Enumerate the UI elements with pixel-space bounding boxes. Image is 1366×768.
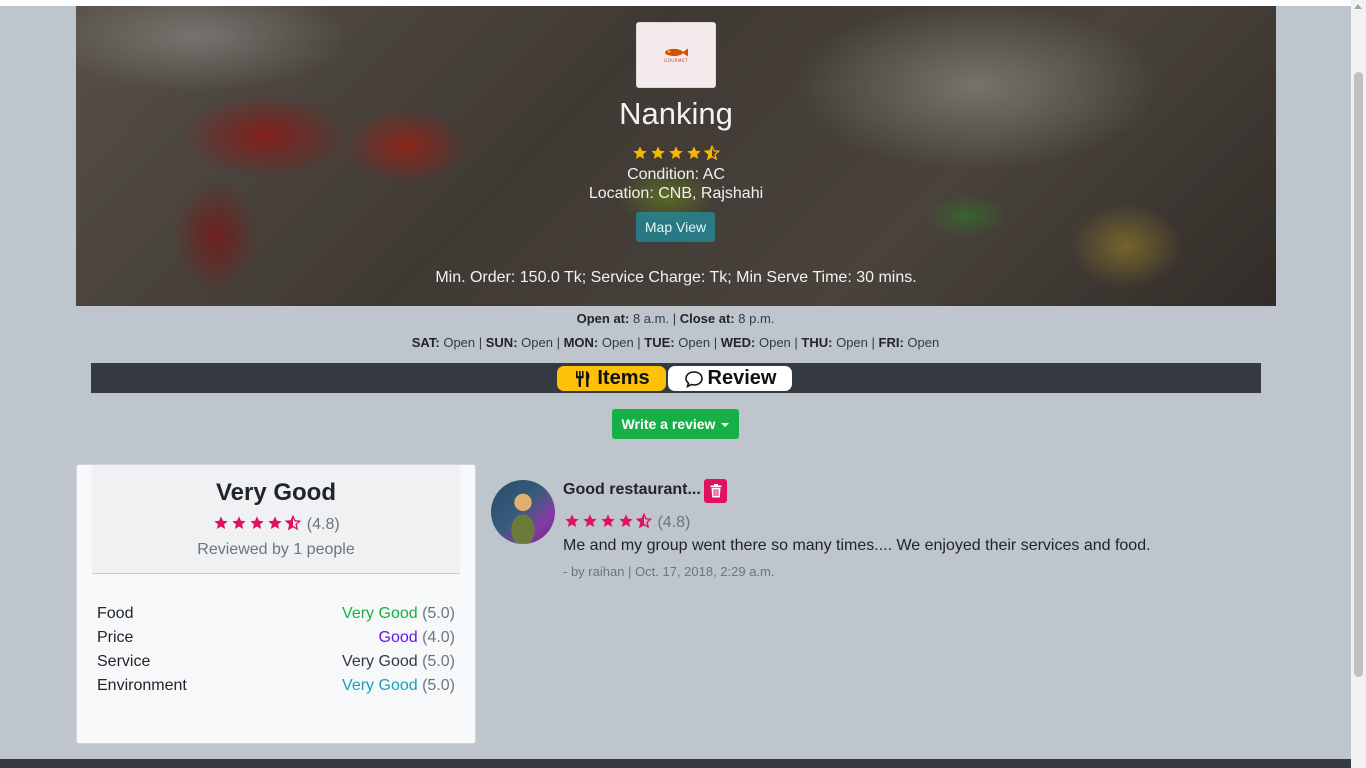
criteria-name: Service (97, 653, 151, 670)
day-label: THU: (801, 335, 833, 350)
criteria-row: Price Good (4.0) (97, 629, 455, 653)
review-title: Good restaurant... (563, 481, 701, 498)
opening-hours: Open at: 8 a.m. | Close at: 8 p.m. (576, 311, 775, 326)
condition-value: AC (702, 166, 725, 183)
star-icon (651, 146, 665, 159)
criteria-row: Environment Very Good (5.0) (97, 677, 455, 701)
restaurant-logo: GOURMET (636, 22, 716, 88)
star-half-icon (285, 514, 302, 531)
star-icon (565, 514, 579, 527)
rating-summary-card: Very Good (4.8) Reviewed by 1 people Foo… (76, 464, 476, 744)
map-view-button[interactable]: Map View (636, 212, 715, 242)
day-label: SAT: (411, 335, 440, 350)
footer-bar (0, 759, 1351, 768)
criteria-grade: Very Good (342, 605, 418, 622)
star-half-icon (703, 144, 721, 161)
star-icon (633, 146, 647, 159)
scroll-thumb[interactable] (1354, 72, 1363, 677)
summary-rating: (4.8) (92, 514, 460, 534)
review-text: Me and my group went there so many times… (563, 537, 1151, 554)
restaurant-rating (76, 144, 1276, 162)
summary-stars (212, 514, 302, 533)
star-icon (583, 514, 597, 527)
day-status: Open (758, 335, 791, 350)
open-value: 8 a.m. (632, 311, 670, 326)
criteria-row: Service Very Good (5.0) (97, 653, 455, 677)
star-half-icon (635, 512, 653, 529)
tab-items[interactable]: Items (557, 366, 666, 391)
day-status: Open (521, 335, 553, 350)
write-review-button[interactable]: Write a review (612, 409, 739, 439)
criteria-grade: Very Good (342, 677, 418, 694)
review-score: (4.8) (657, 514, 691, 531)
caret-down-icon (721, 422, 730, 427)
criteria-name: Environment (97, 677, 187, 694)
utensils-icon (576, 370, 590, 387)
review-meta: - by raihan | Oct. 17, 2018, 2:29 a.m. (563, 564, 775, 579)
order-info: Min. Order: 150.0 Tk; Service Charge: Tk… (435, 269, 917, 286)
scrollbar[interactable] (1351, 0, 1366, 768)
day-label: WED: (720, 335, 756, 350)
day-status: Open (836, 335, 868, 350)
delete-review-button[interactable] (704, 479, 727, 503)
criteria-name: Food (97, 605, 134, 622)
close-value: 8 p.m. (738, 311, 775, 326)
criteria-list: Food Very Good (5.0) Price Good (4.0) Se… (97, 605, 455, 701)
close-label: Close at: (679, 311, 735, 326)
weekly-schedule: SAT: Open | SUN: Open | MON: Open | TUE:… (411, 335, 940, 350)
summary-verdict: Very Good (215, 479, 337, 506)
fish-icon (665, 48, 688, 56)
write-review-label: Write a review (621, 416, 716, 432)
star-icon (601, 514, 615, 527)
criteria-score: (4.0) (422, 629, 455, 646)
summary-header: Very Good (4.8) Reviewed by 1 people (92, 465, 460, 574)
tab-items-label: Items (597, 367, 650, 389)
restaurant-banner: GOURMET Nanking Condition: AC Location: … (76, 6, 1276, 306)
day-status: Open (907, 335, 940, 350)
comment-icon (684, 370, 703, 388)
restaurant-condition: Condition: AC (76, 166, 1276, 184)
day-label: FRI: (878, 335, 904, 350)
day-status: Open (678, 335, 711, 350)
star-icon (214, 516, 228, 529)
summary-score: (4.8) (306, 516, 340, 533)
day-status: Open (601, 335, 634, 350)
trash-icon (710, 484, 721, 498)
location-value: CNB, Rajshahi (658, 185, 764, 202)
tab-bar: Items Review (91, 363, 1261, 393)
star-icon (268, 516, 282, 529)
criteria-score: (5.0) (422, 677, 455, 694)
day-label: MON: (563, 335, 599, 350)
star-icon (250, 516, 264, 529)
day-label: TUE: (644, 335, 675, 350)
open-label: Open at: (576, 311, 630, 326)
logo-text: GOURMET (664, 57, 688, 63)
review-rating: (4.8) (563, 512, 691, 532)
day-label: SUN: (485, 335, 518, 350)
criteria-grade: Very Good (342, 653, 418, 670)
star-icon (619, 514, 633, 527)
scroll-up-arrow-icon[interactable] (1354, 4, 1362, 9)
review-stars (563, 512, 653, 531)
criteria-score: (5.0) (422, 653, 455, 670)
location-label: Location: (588, 185, 654, 202)
restaurant-name: Nanking (619, 96, 733, 131)
star-icon (687, 146, 701, 159)
criteria-score: (5.0) (422, 605, 455, 622)
day-status: Open (443, 335, 476, 350)
criteria-name: Price (97, 629, 134, 646)
reviewer-avatar[interactable] (491, 480, 555, 544)
criteria-row: Food Very Good (5.0) (97, 605, 455, 629)
tab-review-label: Review (707, 367, 777, 389)
reviewed-count: Reviewed by 1 people (197, 541, 355, 558)
condition-label: Condition: (627, 166, 700, 183)
restaurant-location: Location: CNB, Rajshahi (76, 185, 1276, 203)
star-icon (232, 516, 246, 529)
tab-review[interactable]: Review (668, 366, 792, 391)
star-icon (669, 146, 683, 159)
criteria-grade: Good (378, 629, 418, 646)
